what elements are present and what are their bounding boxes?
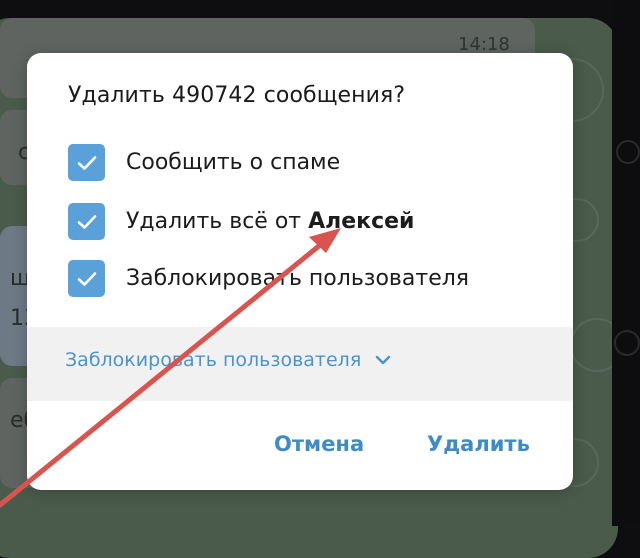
option-report-spam[interactable]: Сообщить о спаме	[68, 144, 340, 181]
chevron-down-icon	[376, 355, 391, 365]
check-icon	[77, 271, 96, 286]
dialog-title: Удалить 490742 сообщения?	[68, 83, 406, 108]
section-label: Заблокировать пользователя	[65, 349, 362, 371]
option-label: Заблокировать пользователя	[126, 266, 470, 291]
check-icon	[77, 214, 96, 229]
cancel-button[interactable]: Отмена	[274, 432, 364, 456]
message-time: 14:18	[458, 34, 510, 55]
option-label-prefix: Удалить всё от	[126, 209, 309, 234]
delete-messages-dialog: Удалить 490742 сообщения? Сообщить о спа…	[27, 53, 573, 490]
option-label: Удалить всё от Алексей	[126, 209, 414, 234]
block-user-expander[interactable]: Заблокировать пользователя	[65, 349, 391, 371]
block-user-section: Заблокировать пользователя	[27, 327, 573, 401]
background-pattern-strip	[612, 0, 640, 526]
checkbox-delete-all[interactable]	[68, 203, 105, 240]
user-name: Алексей	[308, 209, 415, 234]
option-label: Сообщить о спаме	[126, 150, 341, 175]
check-icon	[77, 155, 96, 170]
option-block-user[interactable]: Заблокировать пользователя	[68, 260, 469, 297]
option-delete-all-from-user[interactable]: Удалить всё от Алексей	[68, 203, 414, 240]
checkbox-block-user[interactable]	[68, 260, 105, 297]
checkbox-report-spam[interactable]	[68, 144, 105, 181]
delete-button[interactable]: Удалить	[427, 432, 530, 456]
